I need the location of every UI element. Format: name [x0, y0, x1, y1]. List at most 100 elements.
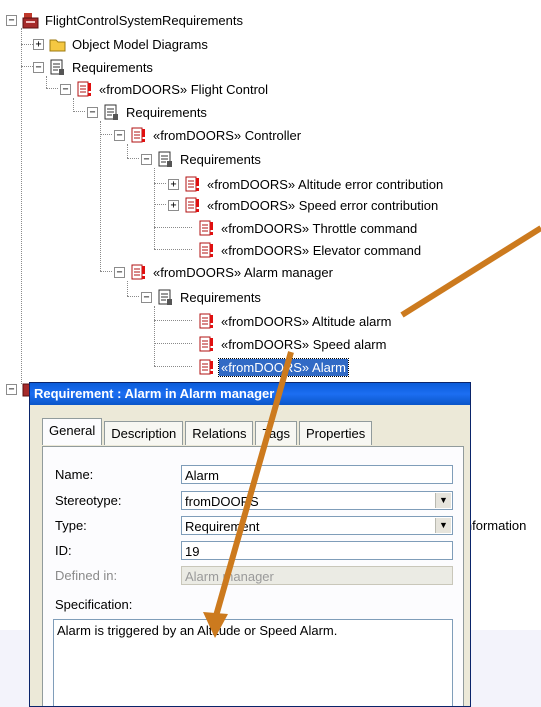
requirement-icon	[184, 176, 201, 193]
tree-node-throttle-command[interactable]: «fromDOORS» Throttle command	[182, 218, 419, 238]
requirement-icon	[198, 242, 215, 259]
requirements-category-icon	[103, 104, 120, 121]
tree-node-altitude-alarm[interactable]: «fromDOORS» Altitude alarm	[182, 311, 394, 331]
general-panel: Name: Alarm Stereotype: fromDOORS ▼ Type…	[42, 446, 464, 706]
tree-line	[100, 134, 112, 135]
tree-node-object-model-diagrams[interactable]: + Object Model Diagrams	[33, 34, 210, 54]
tree-node-requirements[interactable]: − Requirements	[141, 287, 263, 307]
requirements-category-icon	[157, 151, 174, 168]
requirement-icon	[76, 81, 93, 98]
requirement-icon	[198, 220, 215, 237]
tree-label: «fromDOORS» Speed alarm	[221, 336, 387, 352]
tree-line	[154, 183, 166, 184]
id-label: ID:	[55, 543, 72, 558]
collapse-toggle[interactable]: −	[6, 383, 17, 395]
tab-tags[interactable]: Tags	[255, 421, 297, 445]
type-label: Type:	[55, 518, 87, 533]
tree-node-requirements[interactable]: − Requirements	[141, 149, 263, 169]
tree-label: Requirements	[72, 59, 153, 75]
tab-description[interactable]: Description	[104, 421, 184, 445]
type-select[interactable]: Requirement ▼	[181, 516, 453, 535]
requirement-icon	[198, 313, 215, 330]
tree-node-altitude-error[interactable]: + «fromDOORS» Altitude error contributio…	[168, 174, 445, 194]
tree-node-requirements[interactable]: − Requirements	[87, 102, 209, 122]
tree-label: «fromDOORS» Alarm manager	[153, 264, 333, 280]
dropdown-arrow-icon[interactable]: ▼	[435, 493, 451, 508]
expand-toggle[interactable]: +	[168, 199, 179, 211]
tree-line	[127, 281, 128, 296]
stereotype-select[interactable]: fromDOORS ▼	[181, 491, 453, 510]
collapse-toggle[interactable]: −	[87, 106, 98, 118]
collapse-toggle[interactable]: −	[6, 14, 17, 26]
tree-line	[46, 76, 47, 88]
tree-node-flight-control[interactable]: − «fromDOORS» Flight Control	[60, 79, 270, 99]
requirement-dialog: Requirement : Alarm in Alarm manager Gen…	[29, 382, 471, 707]
tree-label: «fromDOORS» Altitude alarm	[221, 313, 392, 329]
partial-label: information	[462, 518, 527, 533]
collapse-toggle[interactable]: −	[60, 83, 71, 95]
collapse-toggle[interactable]: −	[114, 129, 125, 141]
dropdown-arrow-icon[interactable]: ▼	[435, 518, 451, 533]
tree-node-speed-error[interactable]: + «fromDOORS» Speed error contribution	[168, 195, 440, 215]
tree-line	[100, 271, 112, 272]
tree-node-controller[interactable]: − «fromDOORS» Controller	[114, 125, 303, 145]
tree-line	[21, 66, 33, 67]
tree-line	[127, 296, 139, 297]
project-icon	[22, 12, 39, 29]
tree-node-requirements[interactable]: − Requirements	[33, 57, 155, 77]
tree-label: «fromDOORS» Throttle command	[221, 220, 418, 236]
name-label: Name:	[55, 467, 94, 482]
requirement-icon	[130, 264, 147, 281]
name-field[interactable]: Alarm	[181, 465, 453, 484]
requirements-category-icon	[157, 289, 174, 306]
requirement-icon	[184, 197, 201, 214]
folder-icon	[49, 36, 66, 53]
tree-node-alarm-manager[interactable]: − «fromDOORS» Alarm manager	[114, 262, 335, 282]
collapse-toggle[interactable]: −	[141, 291, 152, 303]
tab-general[interactable]: General	[42, 418, 103, 445]
collapse-toggle[interactable]: −	[33, 61, 44, 73]
tab-bar: General Description Relations Tags Prope…	[42, 418, 374, 445]
tree-line	[73, 98, 74, 110]
tree-label: Requirements	[180, 151, 261, 167]
specification-textarea[interactable]: Alarm is triggered by an Altitude or Spe…	[53, 619, 453, 706]
tree-line	[46, 88, 58, 89]
tree-label: «fromDOORS» Altitude error contribution	[207, 176, 444, 192]
tree-label: «fromDOORS» Speed error contribution	[207, 197, 439, 213]
specification-label: Specification:	[55, 597, 133, 612]
tree-line	[100, 121, 101, 271]
requirements-category-icon	[49, 59, 66, 76]
tree-node-alarm[interactable]: «fromDOORS» Alarm	[182, 357, 349, 377]
collapse-toggle[interactable]: −	[114, 266, 125, 278]
stereotype-value: fromDOORS	[185, 494, 259, 509]
tree-node-elevator-command[interactable]: «fromDOORS» Elevator command	[182, 240, 423, 260]
tree-label: FlightControlSystemRequirements	[45, 12, 243, 28]
id-field[interactable]: 19	[181, 541, 453, 560]
expand-toggle[interactable]: +	[33, 38, 44, 50]
tree-node-root[interactable]: − FlightControlSystemRequirements	[6, 10, 245, 30]
tree-line	[154, 306, 155, 366]
tree-label: «fromDOORS» Controller	[153, 127, 302, 143]
dialog-body: General Description Relations Tags Prope…	[30, 406, 470, 706]
requirement-icon	[198, 359, 215, 376]
tree-node-speed-alarm[interactable]: «fromDOORS» Speed alarm	[182, 334, 388, 354]
stereotype-label: Stereotype:	[55, 493, 122, 508]
tab-relations[interactable]: Relations	[185, 421, 254, 445]
defined-in-label: Defined in:	[55, 568, 118, 583]
collapse-toggle[interactable]: −	[141, 153, 152, 165]
tree-label: Requirements	[126, 104, 207, 120]
tree-label: Requirements	[180, 289, 261, 305]
dialog-title[interactable]: Requirement : Alarm in Alarm manager	[30, 383, 470, 405]
requirement-icon	[130, 127, 147, 144]
tree-line	[154, 204, 166, 205]
tree-label: Object Model Diagrams	[72, 36, 208, 52]
tree-line	[154, 168, 155, 249]
tab-properties[interactable]: Properties	[298, 421, 373, 445]
defined-in-field: Alarm manager	[181, 566, 453, 585]
requirement-icon	[198, 336, 215, 353]
tree-line	[73, 111, 85, 112]
tree-label-selected: «fromDOORS» Alarm	[218, 357, 349, 377]
expand-toggle[interactable]: +	[168, 178, 179, 190]
tree-line	[127, 144, 128, 158]
tree-label: «fromDOORS» Elevator command	[221, 242, 422, 258]
